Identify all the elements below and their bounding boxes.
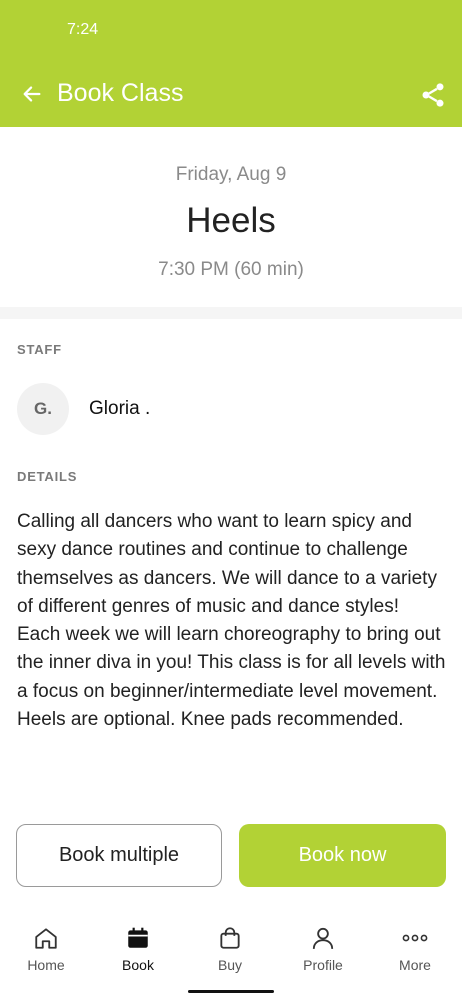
- back-button[interactable]: [18, 80, 46, 108]
- bottom-navigation: Home Book Buy Profile More: [0, 912, 462, 1000]
- share-icon: [422, 83, 444, 107]
- details-section-label: DETAILS: [17, 469, 78, 484]
- staff-section-label: STAFF: [17, 342, 62, 357]
- nav-label: More: [399, 957, 431, 973]
- nav-item-book[interactable]: Book: [92, 924, 184, 984]
- shopping-bag-icon: [220, 927, 240, 949]
- home-indicator: [188, 990, 274, 993]
- nav-item-buy[interactable]: Buy: [184, 924, 276, 984]
- nav-label: Home: [27, 957, 65, 973]
- nav-label: Book: [122, 957, 154, 973]
- nav-label: Buy: [217, 957, 243, 973]
- app-header: 7:24 Book Class: [0, 0, 462, 127]
- class-description: Calling all dancers who want to learn sp…: [17, 511, 446, 731]
- arrow-left-icon: [23, 86, 41, 102]
- nav-item-more[interactable]: More: [369, 924, 461, 984]
- person-icon: [312, 927, 334, 949]
- book-multiple-button[interactable]: Book multiple: [16, 824, 222, 887]
- nav-item-profile[interactable]: Profile: [277, 924, 369, 984]
- nav-label: Profile: [303, 957, 343, 973]
- more-dots-icon: [402, 934, 428, 942]
- page-title: Book Class: [57, 79, 184, 107]
- class-time: 7:30 PM (60 min): [158, 259, 304, 280]
- book-now-button[interactable]: Book now: [239, 824, 446, 887]
- class-date: Friday, Aug 9: [175, 164, 287, 185]
- staff-name[interactable]: Gloria .: [89, 398, 150, 420]
- class-name: Heels: [186, 201, 276, 240]
- section-divider: [0, 307, 462, 319]
- avatar: G.: [17, 383, 69, 435]
- class-summary: Friday, Aug 9 Heels 7:30 PM (60 min): [0, 127, 462, 307]
- home-icon: [35, 928, 57, 949]
- share-button[interactable]: [418, 80, 448, 110]
- calendar-icon: [128, 927, 148, 948]
- status-time: 7:24: [67, 21, 99, 38]
- nav-item-home[interactable]: Home: [0, 924, 92, 984]
